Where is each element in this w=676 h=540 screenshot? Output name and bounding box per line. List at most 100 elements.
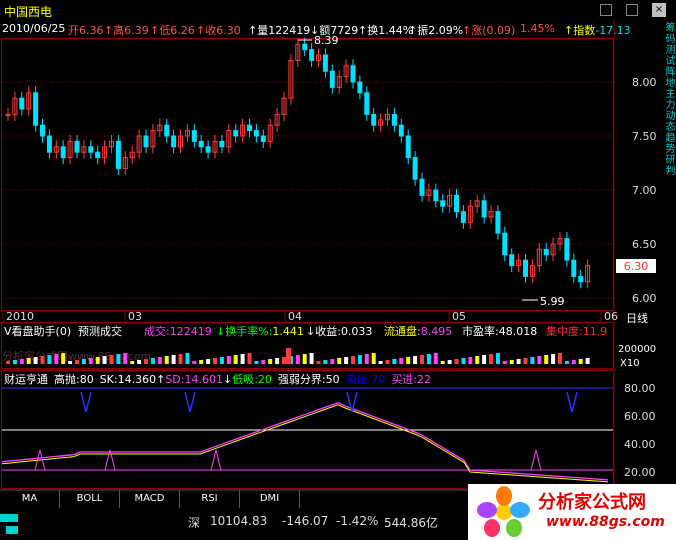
- volume-bar: [233, 355, 238, 364]
- volume-bar: [558, 353, 562, 364]
- candle: [391, 113, 397, 126]
- svg-text:市盈率:48.018: 市盈率:48.018: [462, 324, 537, 338]
- indicator-boundary: 强弱分界:50: [278, 373, 340, 386]
- svg-text:财运亨通高抛:80SK:14.360↑SD:14.601↓低: 财运亨通 高抛:80 SK:14.360↑SD:14.601↓低吸:20 强弱分界:5…: [4, 372, 431, 386]
- current-price-label: 6.30: [624, 260, 649, 273]
- candle: [302, 43, 308, 51]
- volume-bar: [33, 357, 38, 364]
- indicator-tick: 80.00: [624, 382, 656, 395]
- indicator-lines: [1, 391, 609, 483]
- market-pct: -1.42%: [336, 514, 379, 528]
- time-axis: 2010 03 04 05 06: [2, 310, 618, 323]
- volume-bar: [19, 359, 24, 364]
- candle: [454, 194, 459, 213]
- volume-bar: [482, 355, 487, 364]
- volume-bar: [585, 358, 590, 364]
- candle: [247, 124, 252, 132]
- tab-dmi[interactable]: DMI: [240, 490, 300, 508]
- candle: [19, 97, 25, 110]
- indicator-low-buy: 低吸:20: [232, 373, 272, 386]
- candle: [95, 151, 101, 159]
- candle: [198, 140, 204, 148]
- volume-bar: [219, 357, 224, 364]
- tab-boll[interactable]: BOLL: [60, 490, 120, 508]
- candle: [40, 124, 45, 137]
- indicator-sd: SD:14.601: [165, 373, 223, 386]
- volume-bar: [213, 358, 217, 364]
- tab-ma[interactable]: MA: [0, 490, 60, 508]
- volume-bar: [206, 359, 211, 364]
- price-tick: 7.50: [632, 130, 657, 143]
- vp-volume-value: 122419: [170, 325, 212, 338]
- volume-bar: [40, 356, 45, 364]
- volume-scale-unit: X10: [620, 358, 640, 369]
- vp-conc-label: 集中度:: [546, 324, 583, 338]
- sell-signal: [80, 391, 92, 413]
- candle: [164, 124, 170, 137]
- svg-text:成交:122419: 成交:122419: [144, 324, 212, 338]
- volume-bar: [378, 361, 383, 364]
- volume-bar: [475, 356, 480, 364]
- indicator-axis: 80.00 60.00 40.00 20.00: [624, 382, 656, 479]
- vp-turnover-label: 换手率%:: [225, 324, 272, 338]
- volume-bar: [544, 355, 549, 364]
- candle: [143, 135, 149, 148]
- volume-bar: [364, 354, 369, 364]
- volume-bar: [495, 353, 500, 364]
- chart-canvas[interactable]: 8.00 7.50 7.00 6.50 6.00 6.30 8.39 5.99 2010…: [0, 0, 676, 540]
- volume-bar: [6, 361, 10, 364]
- volume-bar: [109, 355, 114, 364]
- tab-rsi[interactable]: RSI: [180, 490, 240, 508]
- candle: [171, 135, 177, 148]
- volume-bar: [164, 356, 169, 364]
- candle: [46, 135, 52, 153]
- candle: [74, 140, 80, 153]
- status-indicator-icon-2: [6, 526, 18, 534]
- candle: [481, 200, 487, 218]
- candle: [357, 81, 363, 94]
- candle: [115, 140, 121, 169]
- svg-text:流通盘:8.495: 流通盘:8.495: [384, 324, 452, 338]
- sell-signal: [184, 391, 196, 413]
- candle: [364, 92, 370, 115]
- volume-bar: [509, 360, 514, 364]
- volume-bar: [54, 354, 59, 364]
- candle: [502, 232, 508, 256]
- period-label[interactable]: 日线: [626, 311, 648, 325]
- candle: [205, 146, 211, 153]
- volume-bar: [47, 355, 52, 364]
- time-label: 06: [604, 310, 618, 323]
- volume-bar: [420, 355, 424, 364]
- volume-bar: [178, 354, 183, 364]
- volume-bar: [516, 359, 521, 364]
- market-amount: 544.86亿: [384, 516, 438, 530]
- candle: [309, 49, 315, 61]
- volume-scale-top: 200000: [618, 344, 656, 355]
- right-sidebar[interactable]: 筹码测试阵地主力动态趋势研判: [656, 22, 676, 322]
- volume-bar: [502, 361, 507, 364]
- volume-bar: [102, 356, 107, 364]
- price-tick: 7.00: [632, 184, 657, 197]
- volume-bar: [95, 357, 100, 364]
- volume-bar: [537, 356, 542, 364]
- volume-bar: [530, 357, 535, 364]
- status-indicator-icon: [0, 514, 18, 522]
- market-label: 深: [188, 516, 201, 530]
- volume-bar: [199, 360, 204, 364]
- vp-float-label: 流通盘:: [384, 324, 421, 338]
- time-label: 03: [128, 310, 142, 323]
- volume-bar: [81, 359, 86, 364]
- tab-macd[interactable]: MACD: [120, 490, 180, 508]
- volume-bar: [323, 360, 328, 364]
- indicator-high-sell: 高抛:80: [54, 372, 94, 386]
- sell-signal: [566, 391, 578, 413]
- volume-bar: [185, 353, 190, 364]
- vp-volume-label: 成交:: [144, 324, 170, 338]
- volume-bar: [150, 358, 155, 364]
- volume-bar: [254, 361, 259, 364]
- indicator-title: 财运亨通: [4, 372, 48, 386]
- time-label: 04: [288, 310, 302, 323]
- candle: [260, 135, 266, 142]
- svg-text:↓收益:0.033: ↓收益:0.033: [306, 324, 372, 338]
- vp-pe-value: 48.018: [499, 325, 538, 338]
